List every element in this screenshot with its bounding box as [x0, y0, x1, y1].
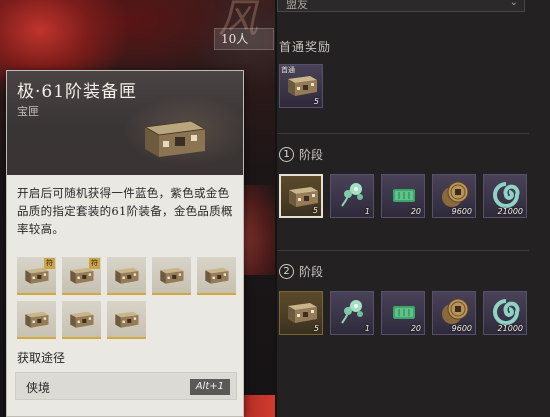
people-count-badge: 10人 [214, 28, 274, 50]
stage-2-reward-slot[interactable]: 9600 [432, 291, 476, 335]
possible-item-slot[interactable] [62, 301, 101, 339]
stage-1-reward-slot[interactable]: 21000 [483, 174, 527, 218]
stage-2-title: 2 阶段 [279, 263, 323, 280]
item-tooltip-card: 极·61阶装备匣 宝匣 开启后可随机获得一件蓝色，紫色或金色品质的指定套装的61… [6, 70, 244, 417]
filter-dropdown[interactable]: 盟友 ⌄ [277, 0, 525, 12]
possible-item-slot[interactable] [197, 257, 236, 295]
item-badge: 符 [44, 258, 55, 269]
stage-2-reward-slot[interactable]: 20 [381, 291, 425, 335]
first-clear-tag: 首通 [281, 66, 295, 74]
item-count: 21000 [497, 324, 523, 333]
item-count: 21000 [497, 207, 523, 216]
possible-item-slot[interactable] [107, 257, 146, 295]
source-entry[interactable]: 侠境 Alt+1 [15, 372, 237, 400]
stage-2-reward-slot[interactable]: 1 [330, 291, 374, 335]
chevron-down-icon: ⌄ [509, 0, 518, 8]
section-divider [277, 133, 529, 134]
first-reward-item-slot[interactable]: 首通 5 [279, 64, 323, 108]
item-description: 开启后可随机获得一件蓝色，紫色或金色品质的指定套装的61阶装备，金色品质概率较高… [17, 186, 233, 236]
stage-1-reward-slot[interactable]: 5 [279, 174, 323, 218]
item-count: 9600 [451, 324, 472, 333]
item-count: 1 [364, 207, 370, 216]
first-reward-title: 首通奖励 [279, 40, 332, 54]
stage-1-reward-slot[interactable]: 9600 [432, 174, 476, 218]
stage-1-label: 阶段 [299, 148, 324, 162]
stage-1-title: 1 阶段 [279, 146, 323, 163]
source-label: 获取途径 [17, 351, 66, 365]
item-count: 5 [312, 206, 318, 215]
item-badge: 符 [89, 258, 100, 269]
possible-item-slot[interactable] [152, 257, 191, 295]
source-shortcut-badge: Alt+1 [189, 379, 230, 395]
item-count: 20 [410, 324, 421, 333]
stage-1-reward-slot[interactable]: 20 [381, 174, 425, 218]
stage-2-label: 阶段 [299, 265, 324, 279]
stage-2-reward-slot[interactable]: 5 [279, 291, 323, 335]
possible-items-grid: 符符 [17, 257, 243, 339]
possible-item-slot[interactable]: 符 [17, 257, 56, 295]
section-divider [277, 250, 529, 251]
source-name: 侠境 [26, 381, 51, 395]
possible-item-slot[interactable]: 符 [62, 257, 101, 295]
stage-1-number: 1 [279, 147, 294, 162]
stage-2-reward-slot[interactable]: 21000 [483, 291, 527, 335]
stage-2-number: 2 [279, 264, 294, 279]
item-count: 20 [410, 207, 421, 216]
item-count: 5 [313, 324, 319, 333]
rewards-panel: 盟友 ⌄ 首通奖励 1 阶段 2 阶段 首通 5 5 1 20 9600 21000 5 1 20… [277, 0, 550, 417]
item-title: 极·61阶装备匣 [17, 82, 138, 102]
stage-1-reward-slot[interactable]: 1 [330, 174, 374, 218]
item-count: 9600 [451, 207, 472, 216]
dropdown-value: 盟友 [286, 0, 308, 11]
item-count: 5 [313, 97, 319, 106]
item-count: 1 [364, 324, 370, 333]
item-subtitle: 宝匣 [17, 105, 39, 118]
possible-item-slot[interactable] [17, 301, 56, 339]
possible-item-slot[interactable] [107, 301, 146, 339]
chest-icon [143, 120, 207, 157]
